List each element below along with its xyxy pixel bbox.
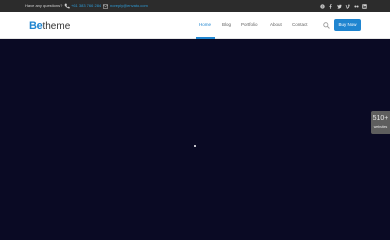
flickr-icon[interactable] <box>353 4 359 9</box>
active-nav-underline <box>196 37 215 39</box>
logo-be: Be <box>29 20 43 32</box>
websites-label: websites <box>373 125 388 129</box>
top-bar: Have any questions? +61 383 766 284 nore… <box>0 0 390 12</box>
vimeo-icon[interactable] <box>345 3 350 9</box>
twitter-icon[interactable] <box>336 4 342 9</box>
nav-item-portfolio[interactable]: Portfolio <box>241 20 258 30</box>
loading-indicator <box>194 145 196 147</box>
websites-count: 510+ <box>372 115 389 122</box>
facebook-icon[interactable] <box>328 3 333 9</box>
logo-theme: theme <box>42 21 71 32</box>
nav-item-blog[interactable]: Blog <box>222 20 231 30</box>
svg-text:S: S <box>321 4 323 8</box>
phone-link[interactable]: +61 383 766 284 <box>71 3 101 9</box>
mail-icon <box>103 4 108 8</box>
site-header: Betheme Home Blog Portfolio About Contac… <box>0 12 390 39</box>
skype-icon[interactable]: S <box>320 3 325 9</box>
email-link[interactable]: noreply@envato.com <box>110 3 148 9</box>
questions-text: Have any questions? <box>25 3 63 8</box>
linkedin-icon[interactable] <box>362 3 367 9</box>
search-icon[interactable] <box>323 22 330 29</box>
websites-badge[interactable]: 510+ websites <box>371 111 390 134</box>
betheme-logo[interactable]: Betheme <box>29 18 70 32</box>
nav-item-about[interactable]: About <box>270 20 282 30</box>
nav-item-contact[interactable]: Contact <box>292 20 308 30</box>
hero-section <box>0 40 390 240</box>
nav-item-home[interactable]: Home <box>199 20 211 30</box>
buy-now-button[interactable]: Buy Now <box>334 19 361 31</box>
phone-icon <box>64 3 70 9</box>
social-links: S <box>320 3 367 9</box>
